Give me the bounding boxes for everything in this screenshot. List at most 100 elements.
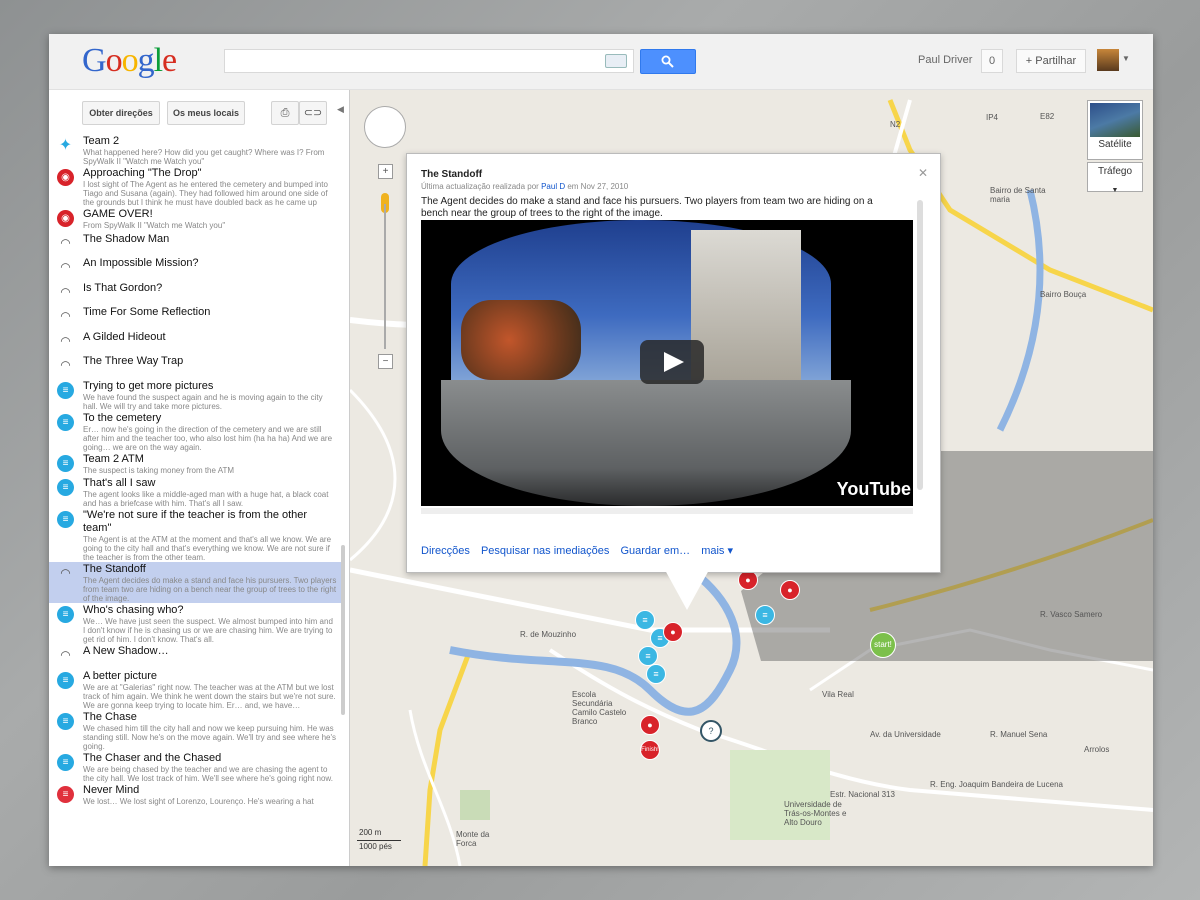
list-item-title[interactable]: The Three Way Trap bbox=[83, 354, 337, 368]
my-places-button[interactable]: Os meus locais bbox=[167, 101, 245, 125]
list-item[interactable]: ◠ Is That Gordon? bbox=[49, 281, 341, 306]
hat-icon: ◠ bbox=[60, 309, 71, 323]
list-item-title[interactable]: An Impossible Mission? bbox=[83, 256, 337, 270]
zoom-in-button[interactable]: + bbox=[378, 164, 393, 179]
list-item-title[interactable]: The Standoff bbox=[83, 562, 337, 576]
map-marker[interactable]: ● bbox=[663, 622, 683, 642]
sidebar-scrollbar[interactable] bbox=[341, 545, 345, 715]
list-item[interactable]: ◠ A New Shadow… bbox=[49, 644, 341, 669]
pan-control[interactable] bbox=[364, 106, 406, 148]
user-name[interactable]: Paul Driver bbox=[918, 54, 972, 66]
avatar[interactable] bbox=[1097, 49, 1119, 71]
google-logo[interactable]: Google bbox=[82, 42, 177, 80]
list-item[interactable]: ≡ The Chase We chased him till the city ha… bbox=[49, 710, 341, 751]
list-item-description: We chased him till the city hall and now… bbox=[83, 723, 337, 751]
list-item-title[interactable]: The Chase bbox=[83, 710, 337, 724]
list-item[interactable]: ≡ Who's chasing who? We… We have just seen… bbox=[49, 603, 341, 644]
list-item-title[interactable]: Is That Gordon? bbox=[83, 281, 337, 295]
list-item-description: The Agent decides do make a stand and fa… bbox=[83, 576, 337, 603]
map-marker[interactable]: ● bbox=[780, 580, 800, 600]
map-canvas[interactable]: + − Satélite Tráfego ▼ N2 IP4 E82 Bairro… bbox=[350, 90, 1153, 866]
video-player[interactable]: YouTube bbox=[421, 220, 913, 506]
list-item-title[interactable]: Never Mind bbox=[83, 783, 337, 797]
list-item-title[interactable]: A Gilded Hideout bbox=[83, 330, 337, 344]
map-marker[interactable]: ≡ bbox=[755, 605, 775, 625]
play-button[interactable] bbox=[640, 340, 704, 384]
info-window-tail bbox=[665, 570, 709, 610]
zoom-slider[interactable] bbox=[384, 204, 386, 349]
directions-link[interactable]: Direcções bbox=[421, 545, 470, 557]
collapse-sidebar-icon[interactable]: ◀ bbox=[337, 104, 344, 115]
finish-marker[interactable]: Finish! bbox=[640, 740, 660, 760]
map-marker[interactable]: ≡ bbox=[638, 646, 658, 666]
list-item[interactable]: ✦ Team 2 What happened here? How did you g… bbox=[49, 134, 341, 166]
list-item[interactable]: ≡ "We're not sure if the teacher is from … bbox=[49, 508, 341, 562]
list-item[interactable]: ≡ To the cemetery Er… now he's going in th… bbox=[49, 411, 341, 452]
list-item-title[interactable]: A New Shadow… bbox=[83, 644, 337, 658]
walk-icon: ✦ bbox=[58, 137, 73, 154]
chat-icon: ≡ bbox=[57, 413, 74, 431]
list-item[interactable]: ◉ GAME OVER! From SpyWalk II "Watch me Wat… bbox=[49, 207, 341, 232]
traffic-toggle[interactable]: Tráfego ▼ bbox=[1087, 162, 1143, 194]
chat-icon: ≡ bbox=[57, 606, 74, 623]
hat-icon: ◠ bbox=[60, 566, 71, 580]
list-item-description: We… We have just seen the suspect. We al… bbox=[83, 617, 333, 644]
list-item-title[interactable]: Trying to get more pictures bbox=[83, 379, 337, 393]
search-nearby-link[interactable]: Pesquisar nas imediações bbox=[481, 545, 609, 557]
info-window: The Standoff Última actualização realiza… bbox=[406, 153, 941, 610]
link-icon[interactable]: ⊂⊃ bbox=[299, 101, 327, 125]
map-marker[interactable]: ● bbox=[640, 715, 660, 735]
list-item[interactable]: ≡ Never Mind We lost… We lost sight of Lor… bbox=[49, 783, 341, 808]
save-to-link[interactable]: Guardar em… bbox=[620, 545, 690, 557]
list-item-title[interactable]: Team 2 ATM bbox=[83, 452, 337, 466]
search-input[interactable] bbox=[224, 49, 634, 73]
list-item-title[interactable]: Approaching "The Drop" bbox=[83, 166, 337, 180]
list-item-title[interactable]: That's all I saw bbox=[83, 476, 337, 490]
chevron-down-icon[interactable]: ▼ bbox=[1122, 54, 1130, 63]
zoom-out-button[interactable]: − bbox=[378, 354, 393, 369]
list-item-title[interactable]: GAME OVER! bbox=[83, 207, 337, 221]
chat-icon: ≡ bbox=[57, 511, 74, 528]
video-frame-ground bbox=[441, 380, 851, 506]
keyboard-icon[interactable] bbox=[605, 54, 627, 68]
list-item-title[interactable]: A better picture bbox=[83, 669, 337, 683]
list-item[interactable]: ◠ The Shadow Man bbox=[49, 232, 341, 257]
share-button[interactable]: + Partilhar bbox=[1016, 49, 1086, 73]
list-item-title[interactable]: "We're not sure if the teacher is from t… bbox=[83, 508, 337, 535]
list-item[interactable]: ◠ Time For Some Reflection bbox=[49, 305, 341, 330]
search-button[interactable] bbox=[640, 49, 696, 74]
list-item[interactable]: ≡ Trying to get more pictures We have foun… bbox=[49, 379, 341, 411]
map-scale: 200 m 1000 pés bbox=[357, 828, 417, 854]
list-item-title[interactable]: The Chaser and the Chased bbox=[83, 751, 337, 765]
start-marker[interactable]: start! bbox=[870, 632, 896, 658]
list-item[interactable]: ≡ The Chaser and the Chased We are being c… bbox=[49, 751, 341, 783]
list-item-title[interactable]: Team 2 bbox=[83, 134, 337, 148]
info-window-scrollbar[interactable] bbox=[917, 200, 923, 490]
list-item[interactable]: ◠ The Standoff The Agent decides do make a… bbox=[49, 562, 341, 603]
list-item-title[interactable]: To the cemetery bbox=[83, 411, 337, 425]
video-scrollbar[interactable] bbox=[421, 508, 913, 514]
list-item[interactable]: ◉ Approaching "The Drop" I lost sight of T… bbox=[49, 166, 341, 207]
list-item[interactable]: ◠ A Gilded Hideout bbox=[49, 330, 341, 355]
map-marker[interactable]: ≡ bbox=[635, 610, 655, 630]
map-marker[interactable]: ≡ bbox=[646, 664, 666, 684]
list-item[interactable]: ≡ That's all I saw The agent looks like a … bbox=[49, 476, 341, 508]
list-item[interactable]: ◠ The Three Way Trap bbox=[49, 354, 341, 379]
list-item-title[interactable]: Time For Some Reflection bbox=[83, 305, 337, 319]
more-link[interactable]: mais ▾ bbox=[701, 545, 733, 557]
list-item-title[interactable]: Who's chasing who? bbox=[83, 603, 337, 617]
list-item[interactable]: ≡ A better picture We are at "Galerias" ri… bbox=[49, 669, 341, 710]
close-icon[interactable]: ✕ bbox=[918, 166, 928, 180]
print-icon[interactable]: ⎙ bbox=[271, 101, 299, 125]
get-directions-button[interactable]: Obter direções bbox=[82, 101, 160, 125]
map-marker[interactable]: ● bbox=[738, 570, 758, 590]
satellite-toggle[interactable]: Satélite bbox=[1087, 100, 1143, 160]
youtube-logo[interactable]: YouTube bbox=[837, 479, 911, 500]
list-item[interactable]: ≡ Team 2 ATM The suspect is taking money f… bbox=[49, 452, 341, 477]
zoom-control[interactable]: + − bbox=[378, 164, 393, 369]
list-item-description: We have found the suspect again and he i… bbox=[83, 392, 323, 411]
updated-by-link[interactable]: Paul D bbox=[541, 182, 565, 191]
list-item[interactable]: ◠ An Impossible Mission? bbox=[49, 256, 341, 281]
list-item-title[interactable]: The Shadow Man bbox=[83, 232, 337, 246]
map-marker[interactable]: ? bbox=[700, 720, 722, 742]
